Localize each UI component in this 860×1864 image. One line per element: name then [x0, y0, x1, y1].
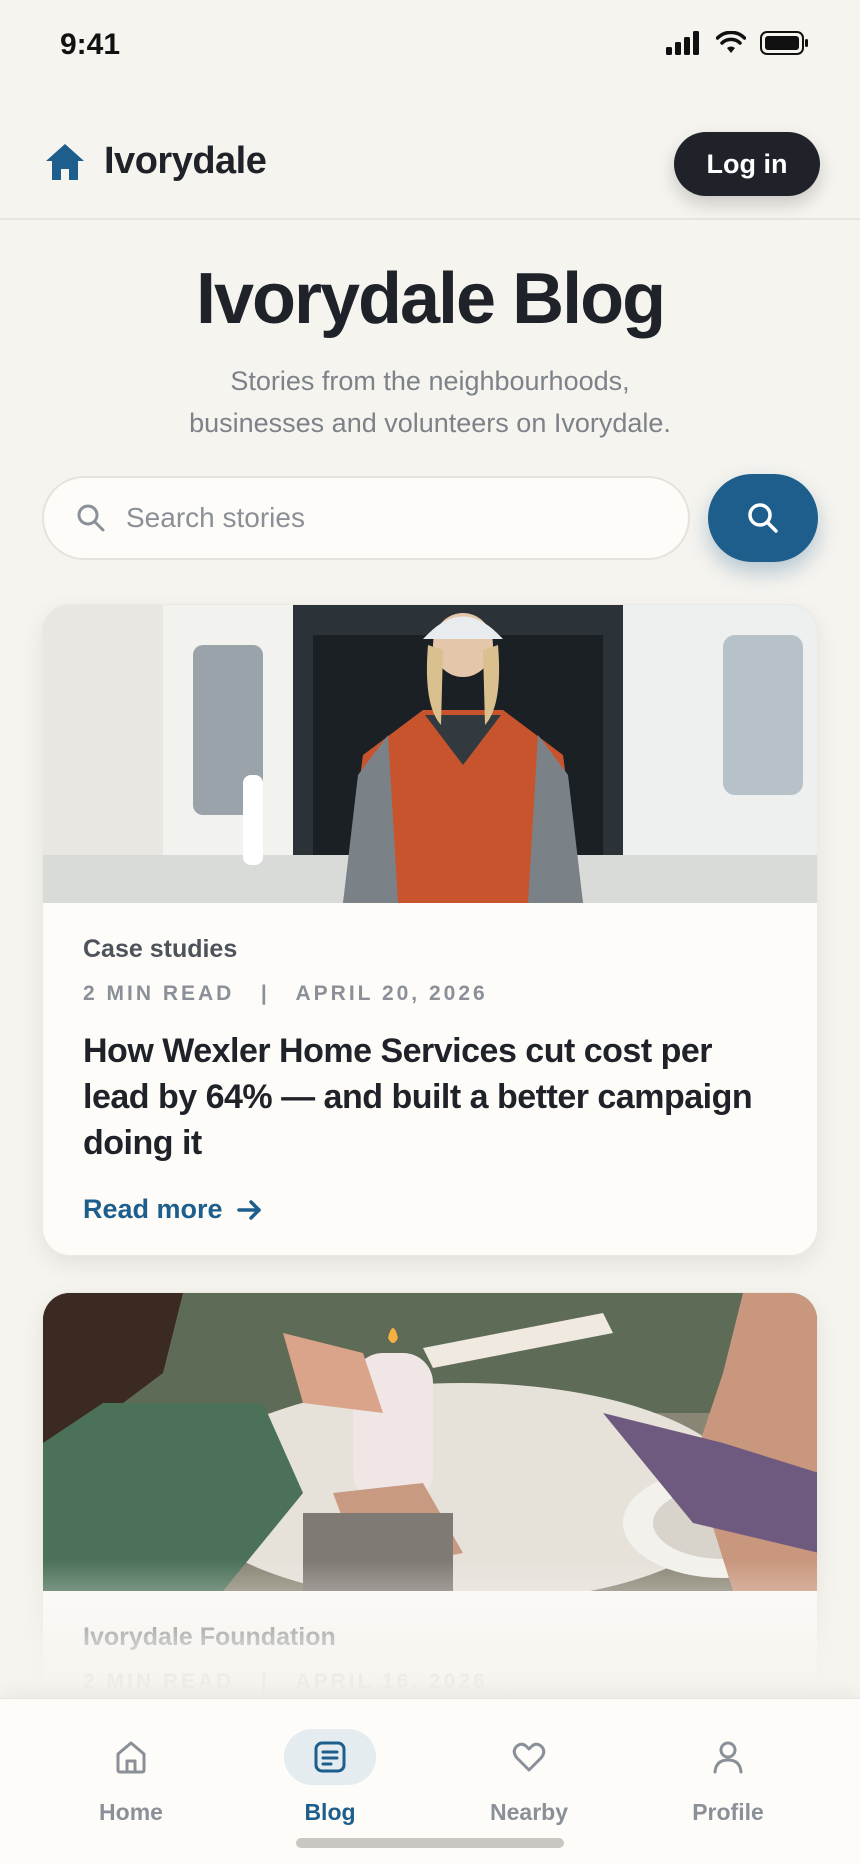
heart-icon	[512, 1742, 546, 1772]
tab-icon-container	[85, 1729, 177, 1785]
search-icon	[77, 504, 105, 532]
page-subtitle: Stories from the neighbourhoods, busines…	[130, 360, 730, 444]
post-category: Case studies	[83, 935, 238, 963]
post-meta: 2 MIN READ | APRIL 16, 2026	[83, 1670, 783, 1694]
search-box[interactable]	[42, 476, 690, 560]
subtitle-line-1: Stories from the neighbourhoods,	[230, 366, 630, 396]
search-button[interactable]	[708, 474, 818, 562]
tab-profile[interactable]: Profile	[628, 1729, 828, 1826]
app-header: Ivorydale Log in	[0, 110, 860, 220]
tab-nearby-label: Nearby	[490, 1799, 568, 1825]
brand-name: Ivorydale	[104, 140, 267, 182]
tab-home[interactable]: Home	[31, 1729, 231, 1826]
tab-icon-container	[682, 1729, 774, 1785]
card-body: Case studies 2 MIN READ | APRIL 20, 2026…	[83, 935, 783, 1225]
search-input[interactable]	[126, 502, 626, 534]
meta-separator: |	[243, 1670, 288, 1693]
wifi-icon	[716, 31, 746, 53]
read-more-label: Read more	[83, 1194, 223, 1224]
subtitle-line-2: businesses and volunteers on Ivorydale.	[189, 408, 671, 438]
person-icon	[713, 1741, 743, 1774]
meta-separator: |	[243, 982, 288, 1005]
cellular-signal-icon	[666, 31, 699, 55]
post-date: APRIL 20, 2026	[295, 982, 488, 1005]
post-read-time: 2 MIN READ	[83, 1670, 235, 1693]
tab-icon-container	[483, 1729, 575, 1785]
home-logo-icon	[46, 143, 84, 180]
home-indicator	[296, 1838, 564, 1848]
status-bar: 9:41	[0, 0, 860, 96]
post-read-time: 2 MIN READ	[83, 982, 235, 1005]
brand[interactable]: Ivorydale	[44, 140, 267, 183]
post-category: Ivorydale Foundation	[83, 1623, 336, 1651]
page-title: Ivorydale Blog	[195, 259, 666, 339]
battery-icon	[760, 31, 808, 55]
home-icon	[116, 1741, 146, 1774]
tab-blog[interactable]: Blog	[230, 1729, 430, 1826]
post-title[interactable]: How Wexler Home Services cut cost per le…	[83, 1028, 783, 1166]
article-icon	[314, 1741, 346, 1773]
blog-post-card[interactable]: Case studies 2 MIN READ | APRIL 20, 2026…	[42, 604, 818, 1256]
status-icons	[666, 30, 810, 56]
login-button[interactable]: Log in	[674, 132, 820, 196]
search-icon	[748, 503, 778, 533]
arrow-right-icon	[236, 1199, 261, 1220]
tab-nearby[interactable]: Nearby	[429, 1729, 629, 1826]
tab-home-label: Home	[99, 1799, 163, 1825]
post-image-worker-at-van	[43, 605, 817, 903]
tab-profile-label: Profile	[692, 1799, 764, 1825]
post-image-candle-dinner	[43, 1293, 817, 1591]
card-body: Ivorydale Foundation 2 MIN READ | APRIL …	[83, 1623, 783, 1694]
read-more-link[interactable]: Read more	[83, 1194, 263, 1225]
tab-icon-container	[284, 1729, 376, 1785]
blog-post-card[interactable]: Ivorydale Foundation 2 MIN READ | APRIL …	[42, 1292, 818, 1712]
status-time: 9:41	[60, 28, 121, 61]
post-date: APRIL 16, 2026	[295, 1670, 488, 1693]
tab-blog-label: Blog	[304, 1799, 356, 1825]
post-meta: 2 MIN READ | APRIL 20, 2026	[83, 982, 783, 1006]
